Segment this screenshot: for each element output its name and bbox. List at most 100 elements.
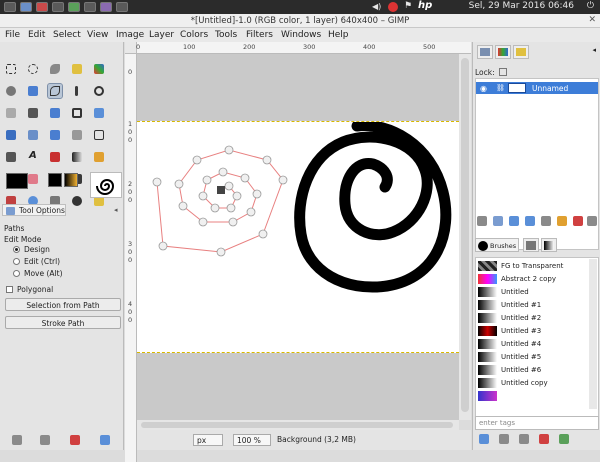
list-item[interactable]: FG to Transparent	[476, 260, 588, 273]
delete-options-icon[interactable]	[70, 435, 80, 445]
flip-tool-icon[interactable]	[70, 128, 84, 142]
gradients-list[interactable]: FG to Transparent Abstract 2 copy Untitl…	[475, 257, 599, 417]
duplicate-gradient-icon[interactable]	[519, 434, 529, 444]
list-item[interactable]: Untitled #6	[476, 364, 588, 377]
image-canvas[interactable]	[137, 120, 459, 354]
design-radio[interactable]	[13, 246, 20, 253]
crop-tool-icon[interactable]	[70, 106, 84, 120]
list-item[interactable]: Untitled copy	[476, 377, 588, 390]
duplicate-layer-icon[interactable]	[541, 216, 551, 226]
drawing-layer[interactable]	[137, 120, 459, 354]
chain-icon[interactable]: ⛓	[496, 84, 505, 92]
horizontal-ruler[interactable]: 0 100 200 300 400 500	[136, 42, 471, 54]
vertical-scrollbar[interactable]	[459, 54, 471, 420]
notification-icon[interactable]: ⚑	[404, 1, 412, 11]
list-item[interactable]: Untitled #2	[476, 312, 588, 325]
settings-icon[interactable]	[84, 2, 96, 12]
raise-layer-icon[interactable]	[509, 216, 519, 226]
dock-menu-icon[interactable]: ◂	[592, 46, 596, 54]
layer-row[interactable]: ◉ ⛓ Unnamed	[476, 82, 598, 94]
menu-tools[interactable]: Tools	[215, 30, 237, 40]
list-item[interactable]: Untitled #4	[476, 338, 588, 351]
cage-transform-tool-icon[interactable]	[92, 128, 106, 142]
new-gradient-icon[interactable]	[499, 434, 509, 444]
lock-pixels-checkbox[interactable]	[499, 68, 507, 76]
clock[interactable]: Sel, 29 Mar 2016 06:46	[469, 1, 574, 11]
polygonal-checkbox[interactable]	[6, 286, 13, 293]
horizontal-scrollbar[interactable]	[137, 420, 459, 430]
layer-name[interactable]: Unnamed	[532, 84, 568, 93]
paths-tab[interactable]	[513, 45, 529, 59]
warp-transform-tool-icon[interactable]	[4, 150, 18, 164]
menu-layer[interactable]: Layer	[149, 30, 174, 40]
menu-edit[interactable]: Edit	[28, 30, 45, 40]
menu-image[interactable]: Image	[116, 30, 144, 40]
editor-icon[interactable]	[68, 2, 80, 12]
zoom-tool-icon[interactable]	[92, 84, 106, 98]
layer-menu-icon[interactable]	[587, 216, 597, 226]
move-radio[interactable]	[13, 270, 20, 277]
brushes-tab[interactable]: Brushes	[475, 238, 519, 252]
rotate-tool-icon[interactable]	[92, 106, 106, 120]
selection-from-path-button[interactable]: Selection from Path	[5, 298, 121, 311]
gradients-tab[interactable]	[541, 238, 557, 252]
foreground-select-tool-icon[interactable]	[26, 84, 40, 98]
shear-tool-icon[interactable]	[26, 128, 40, 142]
select-by-color-tool-icon[interactable]	[92, 62, 106, 76]
scissors-select-tool-icon[interactable]	[4, 84, 18, 98]
move-tool-icon[interactable]	[26, 106, 40, 120]
close-window-icon[interactable]: ✕	[588, 15, 596, 25]
fuzzy-select-tool-icon[interactable]	[70, 62, 84, 76]
layer-group-icon[interactable]	[493, 216, 503, 226]
bucket-fill-tool-icon[interactable]	[48, 150, 62, 164]
stroke-path-button[interactable]: Stroke Path	[5, 316, 121, 329]
ellipse-select-tool-icon[interactable]	[26, 62, 40, 76]
pencil-tool-icon[interactable]	[92, 150, 106, 164]
list-item[interactable]: Untitled #3	[476, 325, 588, 338]
reset-options-icon[interactable]	[100, 435, 110, 445]
power-icon[interactable]: ⏻	[587, 1, 594, 11]
layer-thumbnail[interactable]	[508, 83, 526, 93]
terminal-icon[interactable]	[52, 2, 64, 12]
edit-radio[interactable]	[13, 258, 20, 265]
panel-menu-icon[interactable]: ◂	[114, 206, 118, 214]
free-select-tool-icon[interactable]	[48, 62, 62, 76]
restore-options-icon[interactable]	[40, 435, 50, 445]
tool-options-tab[interactable]: Tool Options	[2, 204, 66, 216]
volume-icon[interactable]: ◀)	[372, 2, 381, 11]
foreground-color-swatch[interactable]	[6, 173, 28, 189]
gradient-indicator[interactable]	[64, 173, 78, 187]
list-item[interactable]: Untitled #1	[476, 299, 588, 312]
color-picker-tool-icon[interactable]	[70, 84, 84, 98]
window-icon[interactable]	[116, 2, 128, 12]
list-item[interactable]: Untitled #5	[476, 351, 588, 364]
menu-view[interactable]: View	[87, 30, 108, 40]
brush-indicator[interactable]	[48, 173, 62, 187]
vertical-scroll-thumb[interactable]	[461, 58, 469, 412]
brush-preview[interactable]	[90, 172, 122, 198]
channels-tab[interactable]	[495, 45, 511, 59]
edit-gradient-icon[interactable]	[479, 434, 489, 444]
horizontal-scroll-thumb[interactable]	[141, 422, 453, 428]
list-item[interactable]	[476, 390, 588, 403]
patterns-tab[interactable]	[523, 238, 539, 252]
tag-filter-input[interactable]: enter tags	[475, 416, 599, 430]
record-icon[interactable]	[388, 2, 398, 12]
new-layer-icon[interactable]	[477, 216, 487, 226]
menu-select[interactable]: Select	[53, 30, 81, 40]
blend-tool-icon[interactable]	[70, 150, 84, 164]
rect-select-tool-icon[interactable]	[4, 62, 18, 76]
text-tool-icon[interactable]: A	[26, 150, 40, 164]
gimp-icon[interactable]	[100, 2, 112, 12]
align-tool-icon[interactable]	[48, 106, 62, 120]
list-item[interactable]: Untitled	[476, 286, 588, 299]
measure-tool-icon[interactable]	[4, 106, 18, 120]
eye-icon[interactable]: ◉	[480, 84, 487, 93]
delete-layer-icon[interactable]	[573, 216, 583, 226]
eraser-tool-icon[interactable]	[26, 172, 40, 186]
menu-help[interactable]: Help	[328, 30, 349, 40]
menu-filters[interactable]: Filters	[246, 30, 273, 40]
unit-select[interactable]: px	[193, 434, 223, 446]
vertical-ruler[interactable]: 0 1 0 0 2 0 0 3 0 0 4 0 0	[125, 54, 137, 462]
anchor-layer-icon[interactable]	[557, 216, 567, 226]
